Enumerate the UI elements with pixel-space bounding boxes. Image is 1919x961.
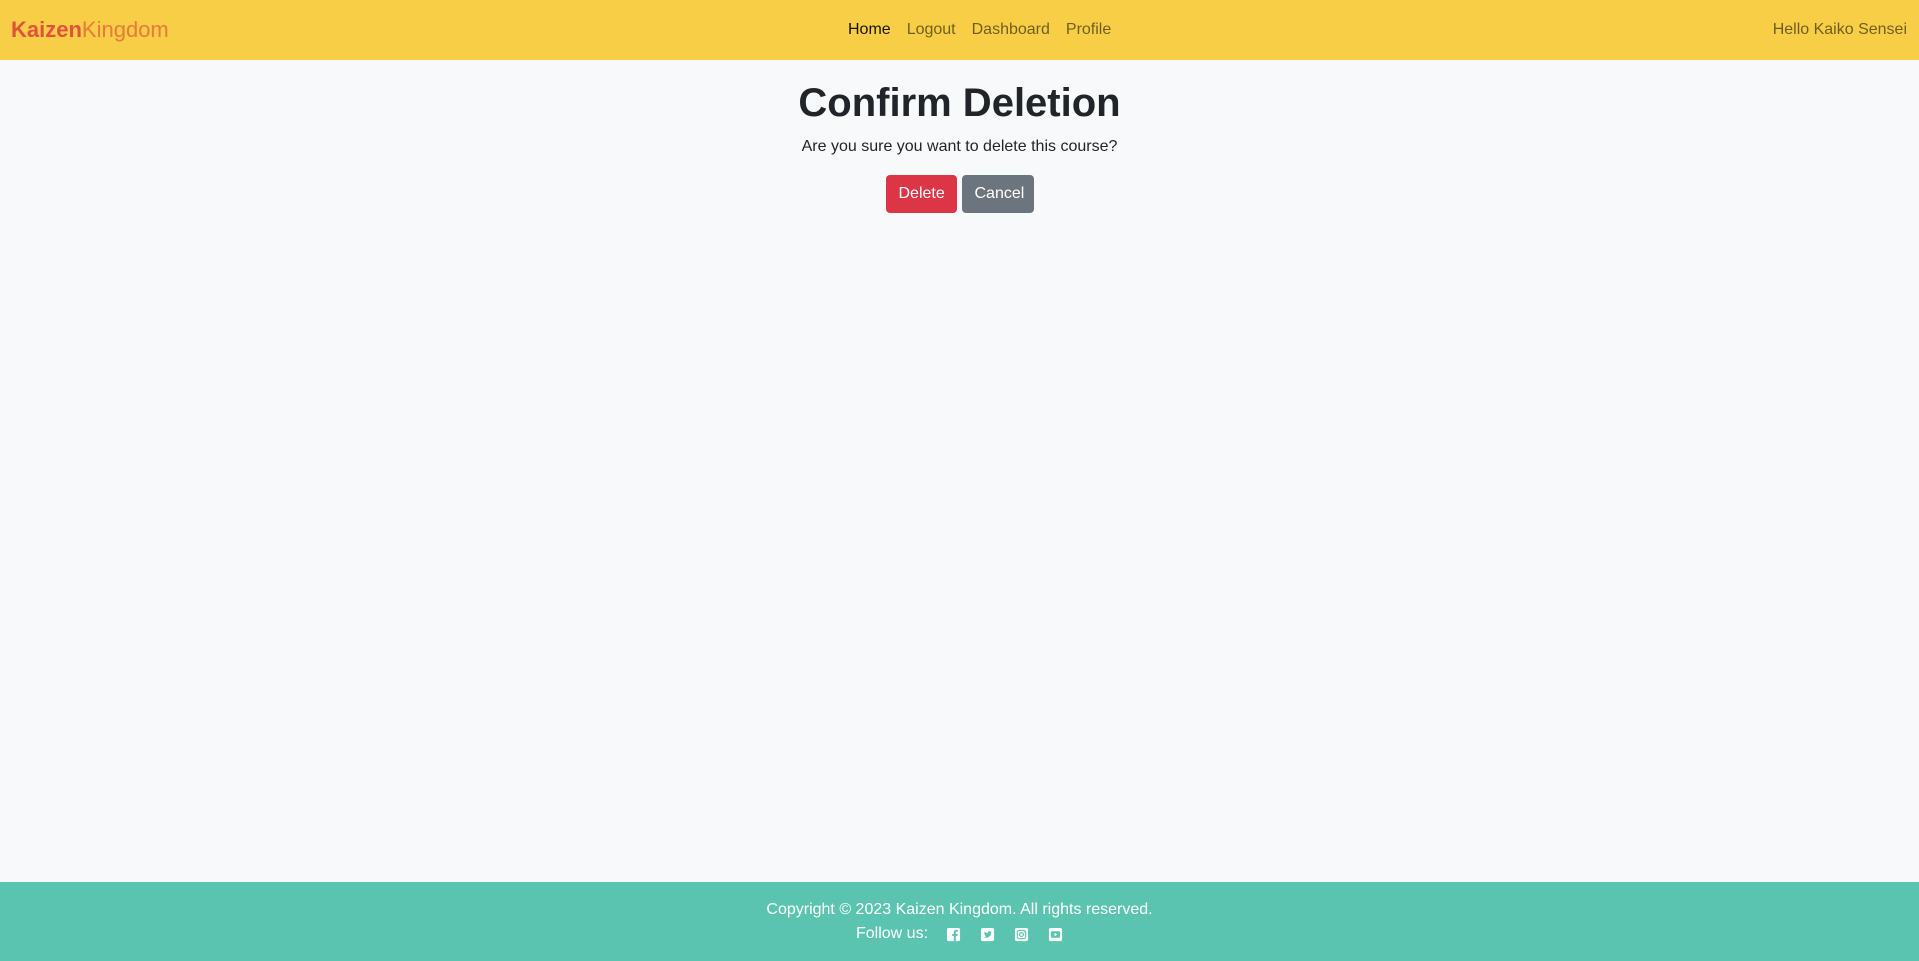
cancel-button[interactable]: Cancel	[961, 175, 1034, 213]
main-content: Confirm Deletion Are you sure you want t…	[0, 60, 1919, 213]
navbar: KaizenKingdom Home Logout Dashboard Prof…	[0, 0, 1919, 60]
nav-link-home[interactable]: Home	[848, 20, 891, 40]
facebook-icon[interactable]	[946, 927, 961, 942]
delete-button[interactable]: Delete	[885, 175, 957, 213]
copyright-text: Copyright © 2023 Kaizen Kingdom. All rig…	[766, 901, 1153, 918]
brand-name-kingdom: Kingdom	[81, 17, 169, 42]
user-greeting: Hello Kaiko Sensei	[1772, 21, 1907, 38]
nav-link-dashboard[interactable]: Dashboard	[972, 20, 1050, 40]
footer: Copyright © 2023 Kaizen Kingdom. All rig…	[0, 882, 1919, 961]
follow-us: Follow us:	[0, 924, 1919, 944]
nav-links: Home Logout Dashboard Profile	[848, 20, 1111, 40]
nav-link-logout[interactable]: Logout	[907, 20, 956, 40]
brand-name-kaizen: Kaizen	[11, 17, 82, 42]
youtube-icon[interactable]	[1048, 927, 1063, 942]
confirm-message: Are you sure you want to delete this cou…	[801, 138, 1118, 155]
confirm-actions: Delete Cancel	[0, 175, 1919, 213]
social-links	[946, 927, 1063, 942]
nav-link-profile[interactable]: Profile	[1066, 20, 1111, 40]
brand-logo[interactable]: KaizenKingdom	[11, 16, 169, 44]
instagram-icon[interactable]	[1014, 927, 1029, 942]
page-title: Confirm Deletion	[798, 81, 1121, 125]
twitter-icon[interactable]	[980, 927, 995, 942]
follow-label: Follow us:	[855, 925, 929, 942]
